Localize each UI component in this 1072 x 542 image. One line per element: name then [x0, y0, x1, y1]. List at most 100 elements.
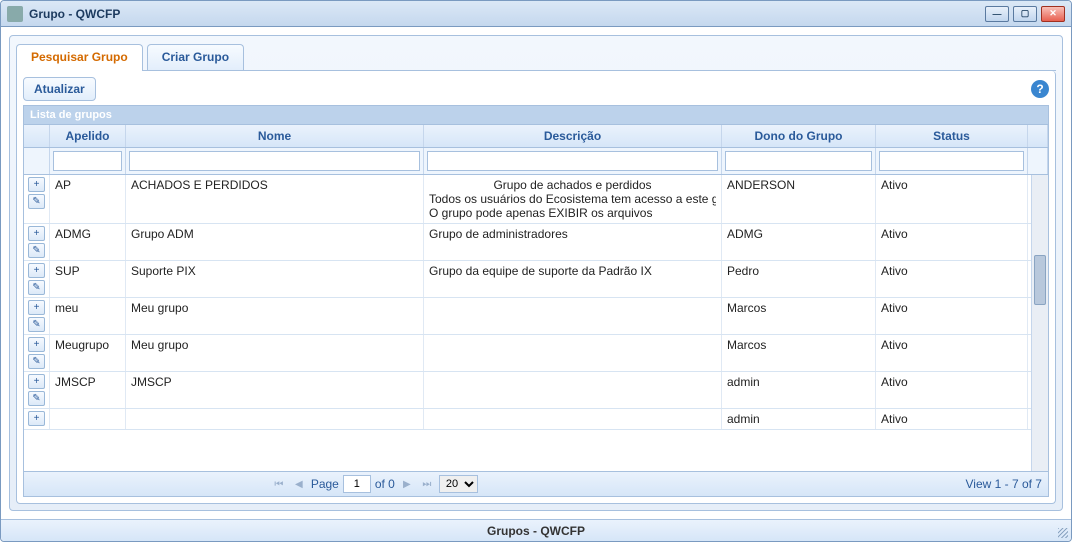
grid-caption: Lista de grupos	[24, 106, 1048, 125]
row-add-button[interactable]: +	[28, 226, 45, 241]
table-row[interactable]: +✎JMSCPJMSCPadminAtivo	[24, 372, 1031, 409]
col-apelido[interactable]: Apelido	[50, 125, 126, 147]
window-body: Pesquisar Grupo Criar Grupo Atualizar ? …	[1, 27, 1071, 519]
pager-nav: ⏮ ◀ Page of 0 ▶ ⏭ 20	[271, 475, 478, 493]
filter-descricao[interactable]	[427, 151, 718, 171]
cell-descricao	[424, 298, 722, 334]
pager-prev-icon[interactable]: ◀	[291, 476, 307, 492]
cell-dono: ANDERSON	[722, 175, 876, 223]
grid-header-row: Apelido Nome Descrição Dono do Grupo Sta…	[24, 125, 1048, 148]
close-button[interactable]: ✕	[1041, 6, 1065, 22]
pager-next-icon[interactable]: ▶	[399, 476, 415, 492]
cell-dono: admin	[722, 372, 876, 408]
minimize-button[interactable]: —	[985, 6, 1009, 22]
cell-apelido: Meugrupo	[50, 335, 126, 371]
cell-descricao	[424, 335, 722, 371]
cell-descricao: Grupo de achados e perdidosTodos os usuá…	[424, 175, 722, 223]
row-add-button[interactable]: +	[28, 263, 45, 278]
pager-of-label: of 0	[375, 477, 395, 491]
maximize-icon: ▢	[1021, 8, 1030, 19]
cell-nome: Suporte PIX	[126, 261, 424, 297]
cell-dono: Pedro	[722, 261, 876, 297]
cell-status: Ativo	[876, 372, 1028, 408]
cell-apelido: JMSCP	[50, 372, 126, 408]
grid-body-wrap: +✎APACHADOS E PERDIDOSGrupo de achados e…	[24, 175, 1048, 471]
scrollbar-thumb[interactable]	[1034, 255, 1046, 305]
desc-line: O grupo pode apenas EXIBIR os arquivos	[429, 206, 716, 220]
cell-dono: Marcos	[722, 335, 876, 371]
cell-nome: JMSCP	[126, 372, 424, 408]
footer-bar: Grupos - QWCFP	[1, 519, 1071, 541]
filter-dono[interactable]	[725, 151, 872, 171]
table-row[interactable]: +✎ADMGGrupo ADMGrupo de administradoresA…	[24, 224, 1031, 261]
row-edit-button[interactable]: ✎	[28, 317, 45, 332]
toolbar: Atualizar ?	[23, 77, 1049, 101]
row-edit-button[interactable]: ✎	[28, 243, 45, 258]
row-actions: +✎	[24, 261, 50, 297]
col-status[interactable]: Status	[876, 125, 1028, 147]
col-descricao[interactable]: Descrição	[424, 125, 722, 147]
row-add-button[interactable]: +	[28, 177, 45, 192]
filter-nome[interactable]	[129, 151, 420, 171]
table-row[interactable]: +✎meuMeu grupoMarcosAtivo	[24, 298, 1031, 335]
vertical-scrollbar[interactable]	[1031, 175, 1048, 471]
row-actions: +✎	[24, 175, 50, 223]
cell-apelido: ADMG	[50, 224, 126, 260]
filter-actions	[24, 148, 50, 174]
cell-status: Ativo	[876, 261, 1028, 297]
refresh-button[interactable]: Atualizar	[23, 77, 96, 101]
row-edit-button[interactable]: ✎	[28, 391, 45, 406]
row-actions: +✎	[24, 372, 50, 408]
cell-status: Ativo	[876, 298, 1028, 334]
cell-apelido: meu	[50, 298, 126, 334]
desc-line: Grupo da equipe de suporte da Padrão IX	[429, 264, 716, 278]
tab-criar-grupo[interactable]: Criar Grupo	[147, 44, 244, 70]
row-actions: +	[24, 409, 50, 429]
cell-nome: Meu grupo	[126, 298, 424, 334]
table-row[interactable]: +adminAtivo	[24, 409, 1031, 430]
row-edit-button[interactable]: ✎	[28, 280, 45, 295]
row-actions: +✎	[24, 298, 50, 334]
table-row[interactable]: +✎SUPSuporte PIXGrupo da equipe de supor…	[24, 261, 1031, 298]
row-add-button[interactable]: +	[28, 300, 45, 315]
resize-grip-icon[interactable]	[1058, 528, 1068, 538]
row-edit-button[interactable]: ✎	[28, 194, 45, 209]
col-dono[interactable]: Dono do Grupo	[722, 125, 876, 147]
cell-descricao: Grupo de administradores	[424, 224, 722, 260]
row-add-button[interactable]: +	[28, 337, 45, 352]
titlebar[interactable]: Grupo - QWCFP — ▢ ✕	[1, 1, 1071, 27]
pager-last-icon[interactable]: ⏭	[419, 476, 435, 492]
col-actions	[24, 125, 50, 147]
grid-body: +✎APACHADOS E PERDIDOSGrupo de achados e…	[24, 175, 1031, 471]
cell-status: Ativo	[876, 335, 1028, 371]
table-row[interactable]: + ✎ MeugrupoMeu grupo MarcosAtivo	[24, 335, 1031, 372]
groups-grid: Lista de grupos Apelido Nome Descrição D…	[23, 105, 1049, 497]
content-frame: Pesquisar Grupo Criar Grupo Atualizar ? …	[9, 35, 1063, 511]
tab-pesquisar-grupo[interactable]: Pesquisar Grupo	[16, 44, 143, 70]
cell-apelido	[50, 409, 126, 429]
pager-page-input[interactable]	[343, 475, 371, 493]
filter-status[interactable]	[879, 151, 1024, 171]
cell-nome: Meu grupo	[126, 335, 424, 371]
tab-panel-pesquisar: Atualizar ? Lista de grupos Apelido Nome…	[16, 71, 1056, 504]
pager-rows-select[interactable]: 20	[439, 475, 478, 493]
cell-descricao: Grupo da equipe de suporte da Padrão IX	[424, 261, 722, 297]
pager-first-icon[interactable]: ⏮	[271, 476, 287, 492]
window-controls: — ▢ ✕	[985, 6, 1065, 22]
row-edit-button[interactable]: ✎	[28, 354, 45, 369]
close-icon: ✕	[1049, 8, 1057, 19]
maximize-button[interactable]: ▢	[1013, 6, 1037, 22]
row-actions: +✎	[24, 224, 50, 260]
filter-apelido[interactable]	[53, 151, 122, 171]
row-add-button[interactable]: +	[28, 411, 45, 426]
desc-line: Grupo de achados e perdidos	[429, 178, 716, 192]
cell-nome: Grupo ADM	[126, 224, 424, 260]
pager-view-label: View 1 - 7 of 7	[965, 477, 1042, 491]
window-title: Grupo - QWCFP	[29, 7, 985, 21]
row-add-button[interactable]: +	[28, 374, 45, 389]
help-icon[interactable]: ?	[1031, 80, 1049, 98]
col-nome[interactable]: Nome	[126, 125, 424, 147]
cell-nome: ACHADOS E PERDIDOS	[126, 175, 424, 223]
table-row[interactable]: +✎APACHADOS E PERDIDOSGrupo de achados e…	[24, 175, 1031, 224]
cell-descricao	[424, 372, 722, 408]
